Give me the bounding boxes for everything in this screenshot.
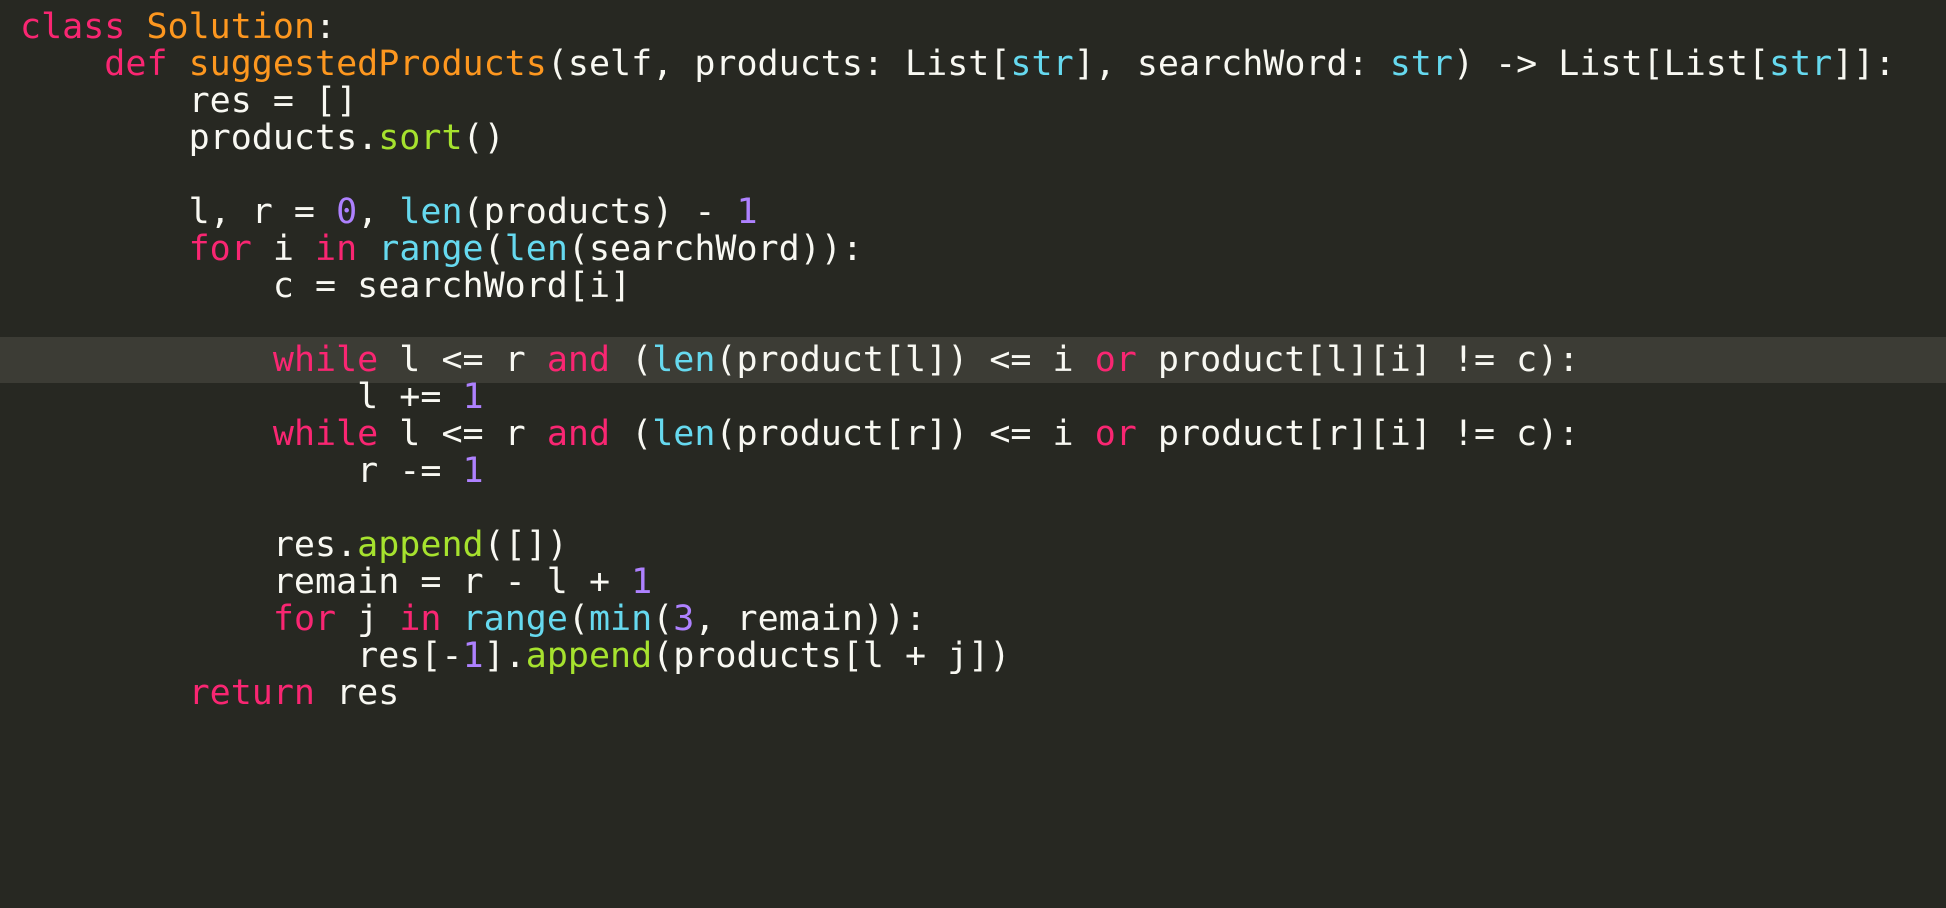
code-editor[interactable]: class Solution: def suggestedProducts(se… <box>0 0 1946 908</box>
code-line-text: return res <box>0 673 400 713</box>
code-token: res <box>315 673 400 713</box>
code-token: return <box>188 673 316 713</box>
code-line[interactable]: return res <box>0 670 1946 716</box>
